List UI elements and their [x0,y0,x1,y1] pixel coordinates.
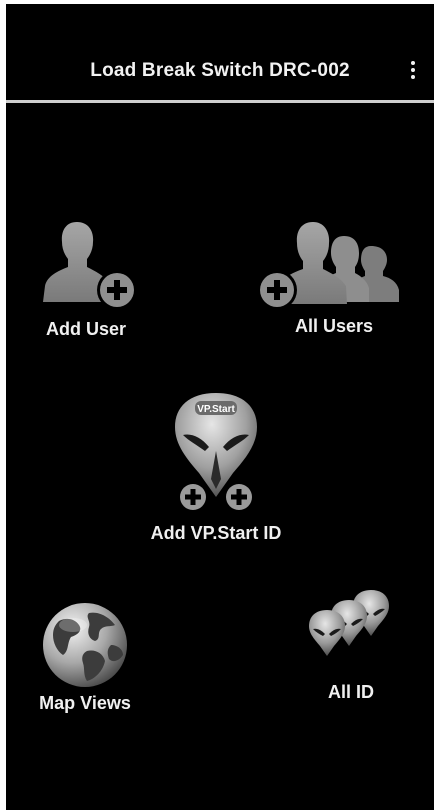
app-screen: Load Break Switch DRC-002 Add User All U… [6,4,434,810]
vp-start-add-icon: VP.Start [175,393,257,513]
vp-start-badge: VP.Start [197,404,235,415]
more-options-button[interactable] [402,56,424,84]
all-users-label: All Users [294,316,374,336]
all-id-label: All ID [327,682,374,702]
app-bar-divider [6,100,434,103]
page-title: Load Break Switch DRC-002 [90,60,350,81]
globe-icon [43,603,127,687]
users-group-icon [257,222,399,310]
app-bar: Load Break Switch DRC-002 [6,4,434,100]
all-id-tile[interactable]: All ID [296,588,406,703]
map-views-label: Map Views [39,693,131,713]
add-user-label: Add User [45,319,126,339]
map-views-tile[interactable]: Map Views [20,599,150,714]
all-users-tile[interactable]: All Users [238,216,408,337]
add-user-icon [43,222,137,310]
add-vp-start-id-tile[interactable]: VP.Start Add VP.Start ID [136,389,296,544]
add-user-tile[interactable]: Add User [26,214,146,340]
more-vert-icon [411,61,415,65]
add-vp-start-id-label: Add VP.Start ID [150,523,282,543]
vp-start-stack-icon [309,590,389,656]
